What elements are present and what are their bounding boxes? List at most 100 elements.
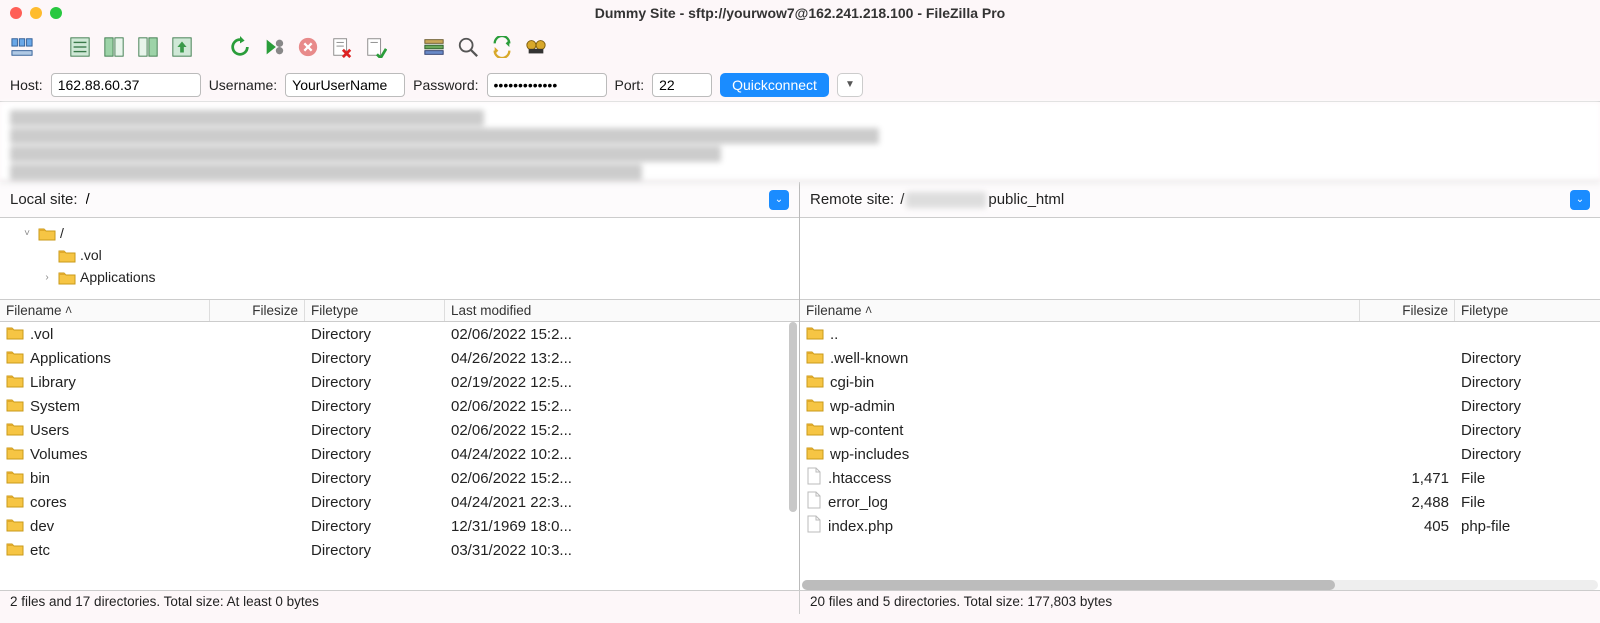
toggle-remote-tree-icon[interactable]	[134, 33, 162, 61]
file-type: Directory	[305, 446, 445, 463]
file-name: System	[30, 398, 80, 415]
reconnect-icon[interactable]	[362, 33, 390, 61]
col-filename: Filenameᐱ	[800, 300, 1360, 321]
file-type: Directory	[305, 422, 445, 439]
folder-icon	[6, 349, 24, 368]
quickconnect-dropdown[interactable]: ▼	[837, 73, 863, 97]
toggle-log-icon[interactable]	[66, 33, 94, 61]
file-modified: 02/19/2022 12:5...	[445, 374, 595, 391]
tree-item[interactable]: ?public_ftp	[800, 244, 1600, 266]
host-input[interactable]	[51, 73, 201, 97]
list-item[interactable]: error_log2,488File	[800, 490, 1600, 514]
port-input[interactable]	[652, 73, 712, 97]
toggle-local-tree-icon[interactable]	[100, 33, 128, 61]
list-item[interactable]: .volDirectory02/06/2022 15:2...	[0, 322, 799, 346]
refresh-icon[interactable]	[226, 33, 254, 61]
list-item[interactable]: SystemDirectory02/06/2022 15:2...	[0, 394, 799, 418]
file-name: error_log	[828, 494, 888, 511]
password-label: Password:	[413, 77, 478, 93]
file-modified: 02/06/2022 15:2...	[445, 398, 595, 415]
tree-label: Applications	[80, 269, 156, 285]
compare-icon[interactable]	[522, 33, 550, 61]
file-modified: 04/26/2022 13:2...	[445, 350, 595, 367]
filter-icon[interactable]	[420, 33, 448, 61]
remote-tree[interactable]: ?perl5?public_ftp›public_html?ssl	[800, 218, 1600, 300]
local-path-dropdown[interactable]: ⌄	[769, 190, 789, 210]
local-tree[interactable]: ˅/.vol›Applications	[0, 218, 799, 300]
file-type: Directory	[305, 350, 445, 367]
file-modified: 04/24/2022 10:2...	[445, 446, 595, 463]
remote-file-list: Filenameᐱ Filesize Filetype .. .well-know…	[800, 300, 1600, 590]
username-input[interactable]	[285, 73, 405, 97]
tree-item[interactable]: .vol	[0, 244, 799, 266]
file-icon	[806, 467, 822, 489]
status-bar: 2 files and 17 directories. Total size: …	[0, 590, 1600, 614]
sort-asc-icon: ᐱ	[66, 305, 72, 316]
file-type: Directory	[305, 518, 445, 535]
remote-pane: Remote site: / public_html ⌄ ?perl5?publ…	[800, 182, 1600, 590]
local-path-input[interactable]	[84, 187, 763, 212]
list-item[interactable]: ..	[800, 322, 1600, 346]
file-name: cgi-bin	[830, 374, 874, 391]
toggle-queue-icon[interactable]	[168, 33, 196, 61]
file-name: Volumes	[30, 446, 88, 463]
password-input[interactable]	[487, 73, 607, 97]
file-name: wp-includes	[830, 446, 909, 463]
cancel-icon[interactable]	[294, 33, 322, 61]
folder-icon	[6, 541, 24, 560]
file-type: Directory	[1455, 398, 1600, 415]
sitemanager-icon[interactable]	[8, 33, 36, 61]
quickconnect-button[interactable]: Quickconnect	[720, 73, 829, 97]
tree-item[interactable]: ?ssl	[800, 288, 1600, 300]
file-type: Directory	[305, 494, 445, 511]
sync-icon[interactable]	[488, 33, 516, 61]
tree-item[interactable]: ˅/	[0, 222, 799, 244]
folder-icon	[38, 226, 56, 241]
local-site-label: Local site:	[10, 191, 78, 208]
file-modified: 04/24/2021 22:3...	[445, 494, 595, 511]
list-item[interactable]: Volumes Directory04/24/2022 10:2...	[0, 442, 799, 466]
list-item[interactable]: wp-includesDirectory	[800, 442, 1600, 466]
list-item[interactable]: cgi-binDirectory	[800, 370, 1600, 394]
window-title: Dummy Site - sftp://yourwow7@162.241.218…	[0, 5, 1600, 21]
horizontal-scrollbar[interactable]	[802, 580, 1598, 590]
list-item[interactable]: wp-adminDirectory	[800, 394, 1600, 418]
list-item[interactable]: wp-contentDirectory	[800, 418, 1600, 442]
main-toolbar	[0, 26, 1600, 68]
search-icon[interactable]	[454, 33, 482, 61]
tree-item[interactable]: ›Applications	[0, 266, 799, 288]
folder-icon	[6, 445, 24, 464]
list-item[interactable]: ApplicationsDirectory04/26/2022 13:2...	[0, 346, 799, 370]
list-item[interactable]: UsersDirectory02/06/2022 15:2...	[0, 418, 799, 442]
file-name: bin	[30, 470, 50, 487]
file-name: .vol	[30, 326, 53, 343]
list-item[interactable]: .htaccess1,471File	[800, 466, 1600, 490]
file-size: 2,488	[1360, 494, 1455, 511]
list-item[interactable]: coresDirectory04/24/2021 22:3...	[0, 490, 799, 514]
local-status: 2 files and 17 directories. Total size: …	[0, 591, 800, 614]
remote-path-prefix[interactable]: /	[900, 191, 904, 208]
list-item[interactable]: binDirectory02/06/2022 15:2...	[0, 466, 799, 490]
tree-item[interactable]: ›public_html	[800, 266, 1600, 288]
file-type: Directory	[305, 374, 445, 391]
local-pane: Local site: ⌄ ˅/.vol›Applications Filena…	[0, 182, 800, 590]
local-list-header[interactable]: Filenameᐱ Filesize Filetype Last modifie…	[0, 300, 799, 322]
scrollbar-thumb[interactable]	[789, 322, 797, 512]
list-item[interactable]: devDirectory12/31/1969 18:0...	[0, 514, 799, 538]
remote-path-dropdown[interactable]: ⌄	[1570, 190, 1590, 210]
file-type: Directory	[1455, 350, 1600, 367]
remote-list-header[interactable]: Filenameᐱ Filesize Filetype	[800, 300, 1600, 322]
disconnect-icon[interactable]	[328, 33, 356, 61]
tree-item[interactable]: ?perl5	[800, 222, 1600, 244]
remote-path-suffix[interactable]: public_html	[988, 191, 1064, 208]
list-item[interactable]: .well-knownDirectory	[800, 346, 1600, 370]
connection-bar: Host: Username: Password: Port: Quickcon…	[0, 68, 1600, 102]
folder-icon	[806, 349, 824, 368]
process-queue-icon[interactable]	[260, 33, 288, 61]
file-name: ..	[830, 326, 838, 343]
host-label: Host:	[10, 77, 43, 93]
list-item[interactable]: index.php405php-file	[800, 514, 1600, 538]
list-item[interactable]: LibraryDirectory02/19/2022 12:5...	[0, 370, 799, 394]
folder-icon	[806, 373, 824, 392]
list-item[interactable]: etcDirectory03/31/2022 10:3...	[0, 538, 799, 562]
